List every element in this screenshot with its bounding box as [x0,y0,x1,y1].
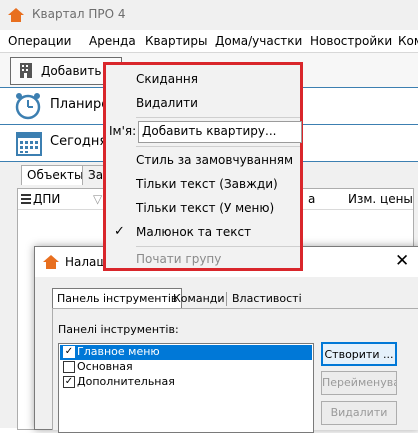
menu-item-text-only-always[interactable]: Тільки текст (Завжди) [106,173,300,197]
list-item-label: Основная [77,360,133,373]
app-house-icon [43,255,59,269]
list-item[interactable]: ✓ Дополнительная [60,375,312,390]
menu-new-buildings[interactable]: Новостройки [310,34,392,48]
menu-item-image-and-text[interactable]: ✓ Малюнок та текст [106,221,300,245]
toolbars-list[interactable]: ✓ Главное меню Основная ✓ Дополнительная [58,343,314,433]
menu-rent[interactable]: Аренда [89,34,136,48]
menu-item-delete[interactable]: Видалити [106,92,300,116]
menu-houses[interactable]: Дома/участки [215,34,302,48]
column-dpi[interactable]: ДПИ [33,192,60,206]
menu-item-reset[interactable]: Скидання [106,68,300,92]
today-label: Сегодня [50,134,108,149]
list-item[interactable]: ✓ Главное меню [60,345,312,360]
rename-toolbar-button[interactable]: Перейменувати [321,371,397,395]
building-icon [20,63,32,78]
menu-separator [136,117,300,118]
planner-label: Планиро [50,97,110,112]
menu-operations[interactable]: Операции [8,34,71,48]
menu-item-default-style[interactable]: Стиль за замовчуванням [106,149,300,173]
column-chooser-icon[interactable] [21,194,31,204]
list-item[interactable]: Основная [60,360,312,375]
tab-properties[interactable]: Властивості [228,289,306,309]
list-item-label: Главное меню [77,345,160,358]
sort-arrow-icon: ▽ [93,192,103,206]
toolbars-tab-page: Панелі інструментів: ✓ Главное меню Осно… [52,308,418,433]
checkbox[interactable]: ✓ [63,346,75,358]
tab-divider [226,292,227,306]
tab-objects[interactable]: Объекты [21,165,90,185]
column-partial[interactable]: а [308,192,315,206]
settings-dialog: Налаш ✕ Панель інструментів Команди Влас… [34,246,418,433]
checkmark-icon: ✓ [114,224,125,239]
app-house-icon [8,8,24,22]
menu-bar: Операции Аренда Квартиры Дома/участки Но… [0,30,418,53]
column-price-change[interactable]: Изм. цены [348,192,413,206]
name-input[interactable]: Добавить квартиру... [138,121,302,143]
alarm-clock-icon [15,93,41,120]
checkbox[interactable] [63,361,75,373]
title-bar: Квартал ПРО 4 [0,0,418,31]
window-title: Квартал ПРО 4 [32,7,126,21]
create-toolbar-button[interactable]: Створити ... [321,342,397,366]
menu-separator [136,146,300,147]
calendar-icon [16,132,42,156]
tab-toolbars[interactable]: Панель інструментів [52,288,183,309]
customize-context-menu: Скидання Видалити Ім'я: Добавить квартир… [103,62,303,271]
checkbox[interactable]: ✓ [63,376,75,388]
menu-item-begin-group[interactable]: Почати групу [106,248,300,272]
dialog-title: Налаш [65,255,108,269]
name-label: Ім'я: [109,124,137,138]
name-input-value: Добавить квартиру... [142,124,277,138]
menu-separator [136,246,300,247]
delete-toolbar-button[interactable]: Видалити [321,401,397,425]
close-icon[interactable]: ✕ [395,251,409,271]
tab-commands[interactable]: Команди [169,289,229,309]
list-item-label: Дополнительная [77,375,175,388]
menu-item-text-only-menu[interactable]: Тільки текст (У меню) [106,197,300,221]
menu-apartments[interactable]: Квартиры [145,34,207,48]
toolbars-list-label: Панелі інструментів: [58,323,179,336]
menu-more[interactable]: Ком [398,34,418,48]
